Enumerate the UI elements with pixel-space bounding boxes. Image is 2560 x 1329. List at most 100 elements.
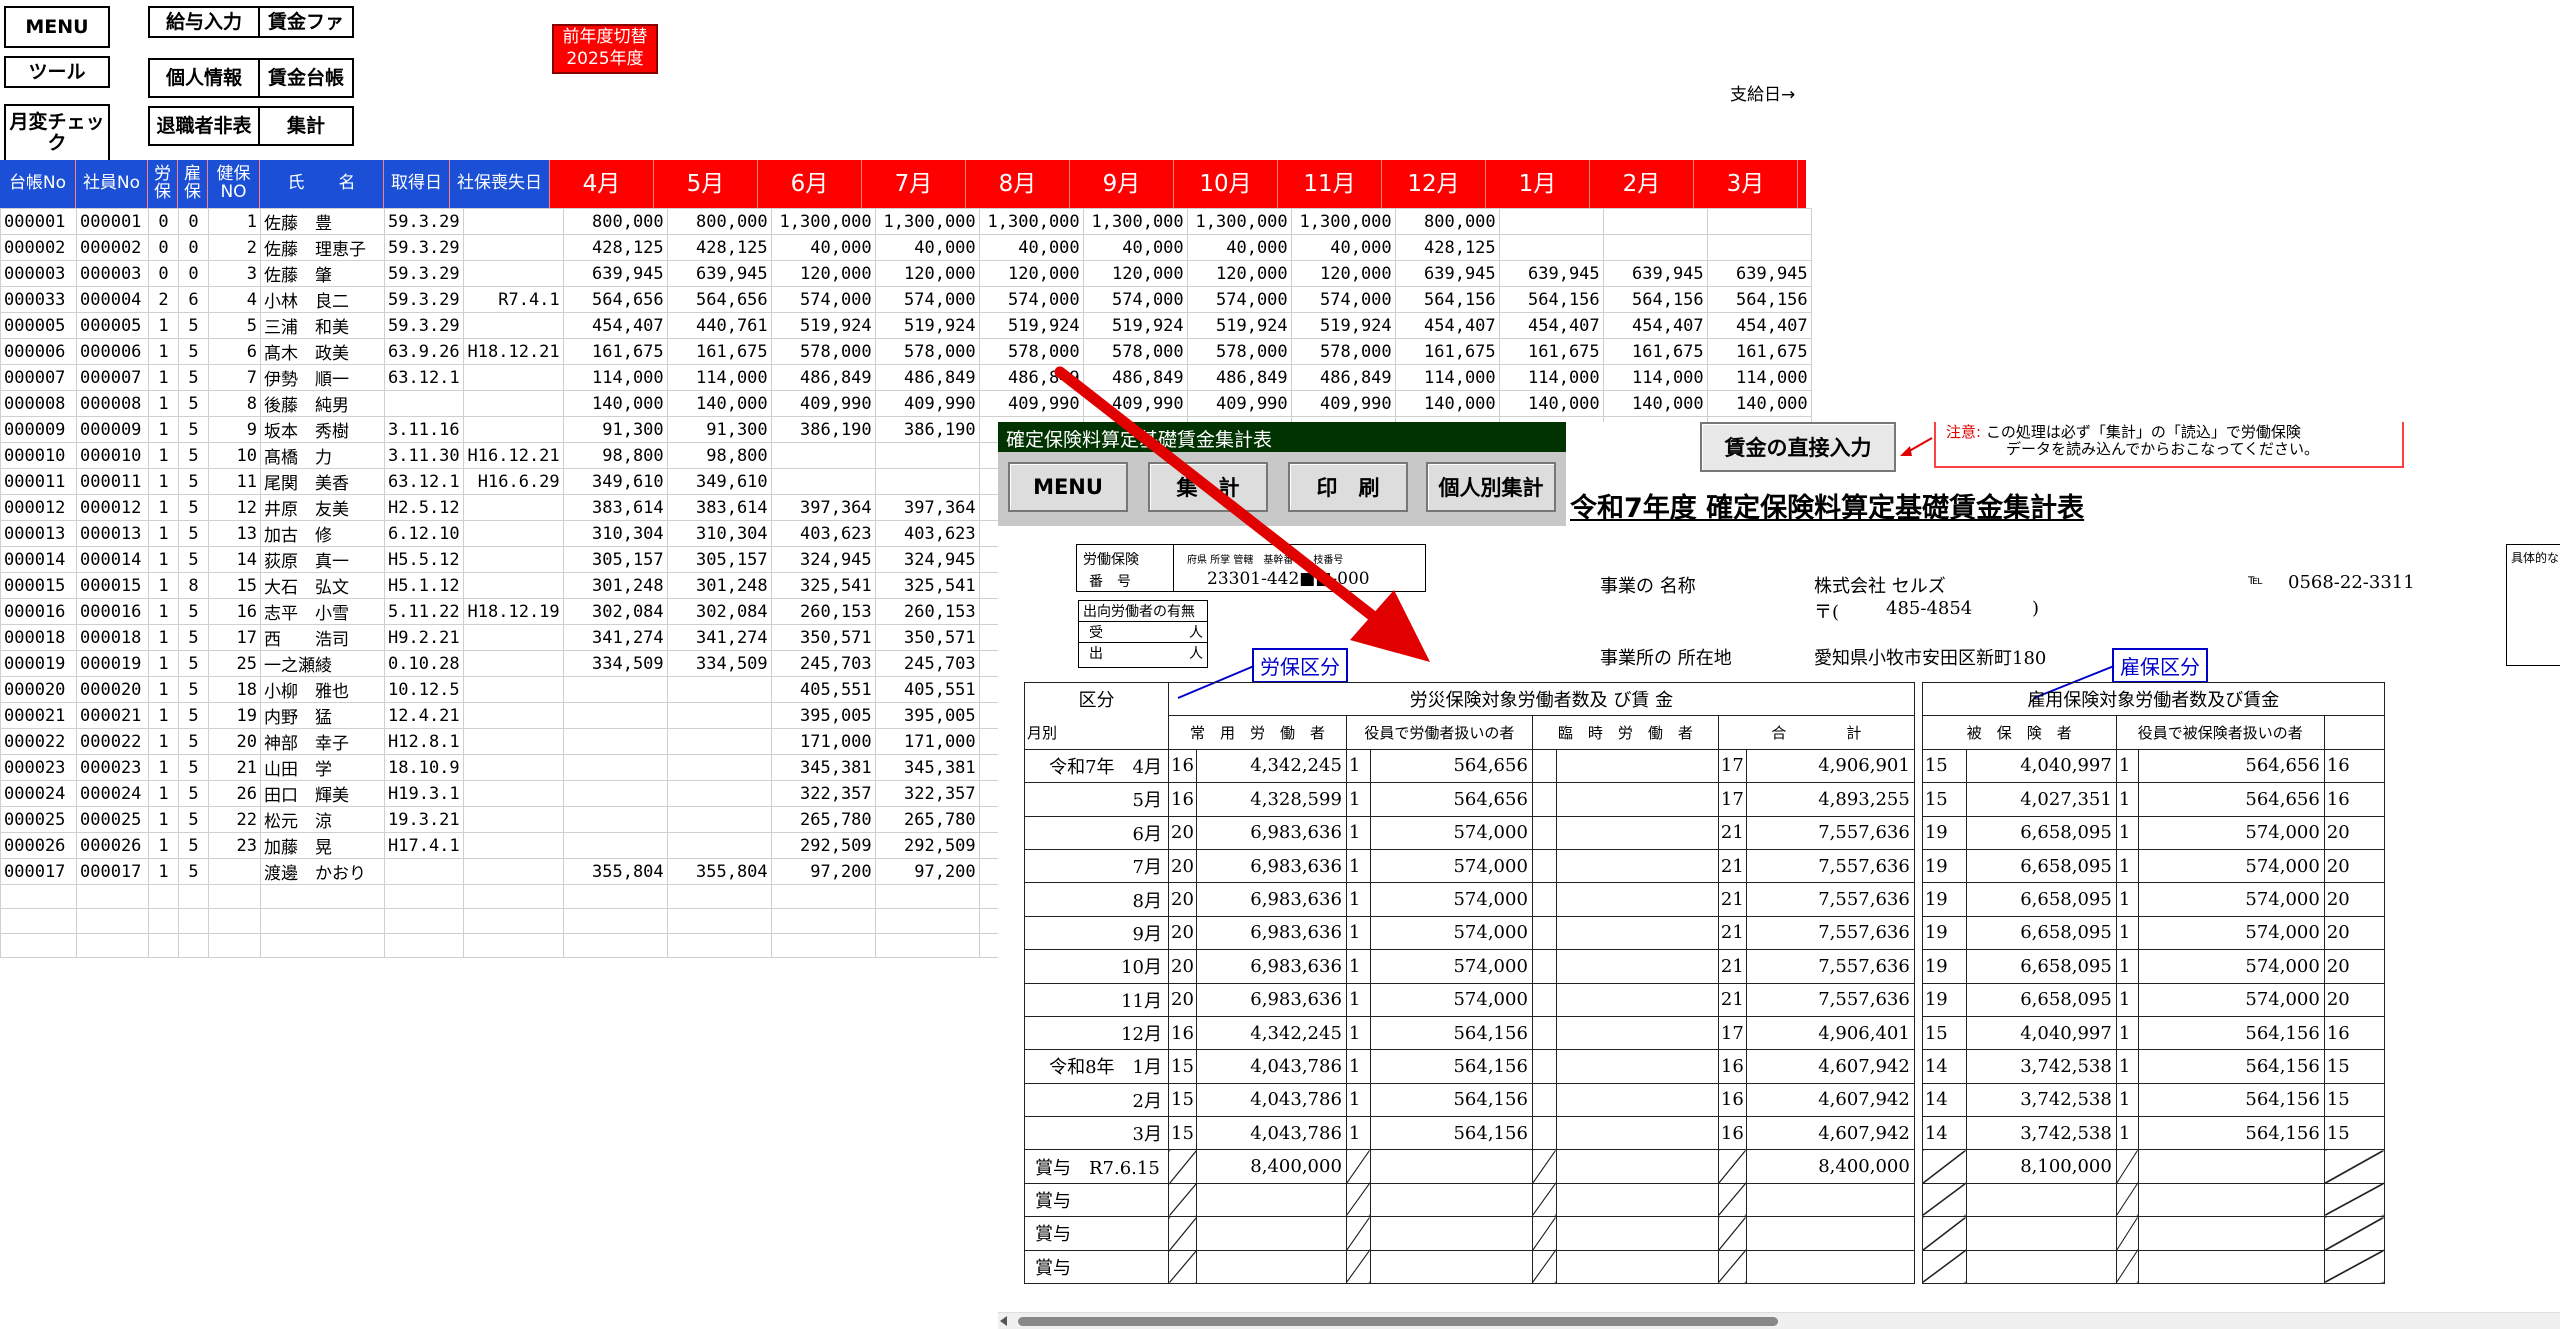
emp-no-cell[interactable]: 000019 [76,650,149,677]
name-cell[interactable]: 西 浩司 [260,624,385,651]
empty-cell[interactable] [0,932,77,959]
month-wage-cell[interactable]: 310,304 [562,520,668,547]
month-wage-cell[interactable]: 310,304 [666,520,772,547]
month-wage-cell[interactable]: 40,000 [978,234,1084,261]
acquired-cell[interactable]: 63.12.1 [384,468,464,495]
month-wage-cell[interactable]: 486,849 [874,364,980,391]
rousai-cell[interactable]: 1 [148,780,179,807]
acquired-cell[interactable]: H19.3.1 [384,780,464,807]
month-wage-cell[interactable]: 403,623 [874,520,980,547]
month-wage-cell[interactable]: 454,407 [562,312,668,339]
ledger-no-cell[interactable]: 000021 [0,702,77,729]
month-wage-cell[interactable]: 355,804 [666,858,772,885]
month-wage-cell[interactable]: 578,000 [770,338,876,365]
month-wage-cell[interactable]: 486,849 [978,364,1084,391]
month-wage-cell[interactable]: 292,509 [770,832,876,859]
lost-cell[interactable] [462,806,564,833]
acquired-cell[interactable]: 59.3.29 [384,312,464,339]
menu-button[interactable]: MENU [4,6,110,48]
month-wage-cell[interactable] [666,806,772,833]
month-wage-cell[interactable]: 454,407 [1394,312,1500,339]
month-wage-cell[interactable]: 120,000 [1186,260,1292,287]
koyou-cell[interactable]: 5 [178,520,209,547]
kenpo-no-cell[interactable]: 22 [208,806,261,833]
koyou-cell[interactable]: 5 [178,702,209,729]
month-wage-cell[interactable]: 161,675 [1394,338,1500,365]
kenpo-no-cell[interactable]: 12 [208,494,261,521]
month-wage-cell[interactable]: 265,780 [770,806,876,833]
lost-cell[interactable]: H18.12.21 [462,338,564,365]
month-wage-cell[interactable]: 1,300,000 [978,208,1084,235]
month-wage-cell[interactable]: 120,000 [1290,260,1396,287]
emp-no-cell[interactable]: 000012 [76,494,149,521]
koyou-cell[interactable]: 8 [178,572,209,599]
month-wage-cell[interactable]: 574,000 [874,286,980,313]
month-wage-cell[interactable]: 1,300,000 [874,208,980,235]
month-wage-cell[interactable]: 574,000 [1082,286,1188,313]
kenpo-no-cell[interactable]: 4 [208,286,261,313]
summary-button[interactable]: 集計 [258,106,354,146]
rousai-cell[interactable]: 1 [148,702,179,729]
month-wage-cell[interactable]: 341,274 [562,624,668,651]
month-wage-cell[interactable]: 91,300 [666,416,772,443]
month-wage-cell[interactable]: 245,703 [770,650,876,677]
rousai-cell[interactable]: 1 [148,624,179,651]
month-wage-cell[interactable]: 386,190 [874,416,980,443]
scroll-thumb[interactable] [1018,1317,1778,1326]
rousai-cell[interactable]: 1 [148,754,179,781]
acquired-cell[interactable]: H9.2.21 [384,624,464,651]
koyou-cell[interactable]: 5 [178,312,209,339]
lost-cell[interactable] [462,260,564,287]
month-wage-cell[interactable]: 350,571 [770,624,876,651]
month-wage-cell[interactable]: 1,300,000 [1082,208,1188,235]
koyou-cell[interactable]: 5 [178,832,209,859]
month-wage-cell[interactable]: 305,157 [666,546,772,573]
acquired-cell[interactable]: 19.3.21 [384,806,464,833]
emp-no-cell[interactable]: 000015 [76,572,149,599]
month-wage-cell[interactable] [666,780,772,807]
lost-cell[interactable] [462,312,564,339]
lost-cell[interactable] [462,650,564,677]
kenpo-no-cell[interactable]: 14 [208,546,261,573]
ledger-no-cell[interactable]: 000014 [0,546,77,573]
month-wage-cell[interactable]: 140,000 [1394,390,1500,417]
kenpo-no-cell[interactable]: 15 [208,572,261,599]
name-cell[interactable]: 佐藤 理恵子 [260,234,385,261]
acquired-cell[interactable]: 63.12.1 [384,364,464,391]
acquired-cell[interactable]: 59.3.29 [384,260,464,287]
month-wage-cell[interactable]: 301,248 [666,572,772,599]
ledger-no-cell[interactable]: 000007 [0,364,77,391]
rousai-cell[interactable]: 1 [148,676,179,703]
name-cell[interactable]: 田口 輝美 [260,780,385,807]
koyou-cell[interactable]: 5 [178,598,209,625]
month-wage-cell[interactable] [1706,234,1812,261]
month-wage-cell[interactable]: 428,125 [666,234,772,261]
kenpo-no-cell[interactable]: 20 [208,728,261,755]
month-wage-cell[interactable]: 428,125 [562,234,668,261]
empty-cell[interactable] [666,908,772,934]
rousai-cell[interactable]: 0 [148,260,179,287]
month-wage-cell[interactable]: 120,000 [978,260,1084,287]
month-wage-cell[interactable]: 519,924 [770,312,876,339]
month-wage-cell[interactable] [666,832,772,859]
month-wage-cell[interactable]: 120,000 [1082,260,1188,287]
month-wage-cell[interactable]: 1,300,000 [1186,208,1292,235]
acquired-cell[interactable]: 10.12.5 [384,676,464,703]
name-cell[interactable]: 荻原 真一 [260,546,385,573]
month-wage-cell[interactable]: 302,084 [666,598,772,625]
month-wage-cell[interactable] [666,676,772,703]
month-wage-cell[interactable]: 114,000 [1498,364,1604,391]
month-wage-cell[interactable]: 578,000 [874,338,980,365]
month-wage-cell[interactable]: 800,000 [562,208,668,235]
month-wage-cell[interactable]: 409,990 [978,390,1084,417]
emp-no-cell[interactable]: 000002 [76,234,149,261]
name-cell[interactable]: 佐藤 肇 [260,260,385,287]
empty-cell[interactable] [874,883,980,910]
scroll-left-icon[interactable] [1000,1316,1007,1326]
month-wage-cell[interactable]: 639,945 [1602,260,1708,287]
name-cell[interactable]: 坂本 秀樹 [260,416,385,443]
empty-cell[interactable] [462,908,564,934]
ledger-no-cell[interactable]: 000016 [0,598,77,625]
month-wage-cell[interactable] [562,702,668,729]
empty-cell[interactable] [148,883,179,910]
